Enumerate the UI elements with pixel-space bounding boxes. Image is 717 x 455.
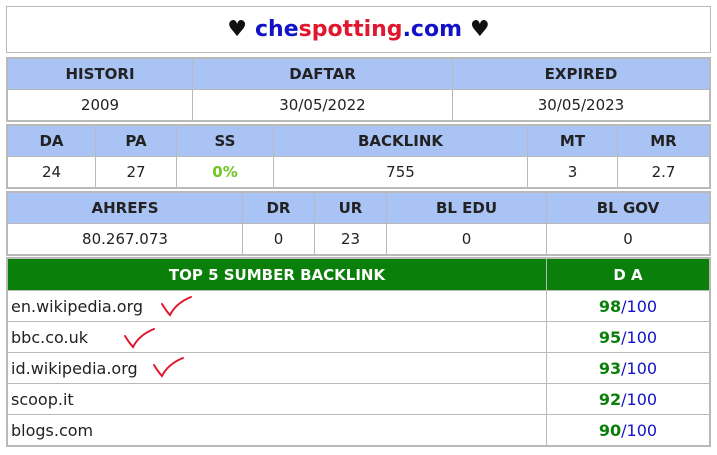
da-score: 93 [598, 358, 622, 378]
table-row: bbc.co.uk 95/100 [7, 321, 710, 353]
table-row: blogs.com 90/100 [7, 414, 710, 446]
site-title-banner: ♥ chespotting.com ♥ [6, 6, 711, 53]
bl-gov-header: BL GOV [546, 192, 710, 224]
checkmark-icon [153, 357, 184, 378]
top-backlink-header: TOP 5 SUMBER BACKLINK [7, 258, 547, 291]
da-max: 100 [626, 389, 658, 409]
ss-value: 0% [176, 156, 274, 188]
backlink-site[interactable]: blogs.com [7, 414, 547, 446]
ss-header: SS [176, 125, 274, 157]
backlink-site[interactable]: en.wikipedia.org [7, 290, 547, 322]
backlink-value: 755 [273, 156, 528, 188]
backlink-da: 90/100 [546, 414, 710, 446]
table-row: en.wikipedia.org 98/100 [7, 290, 710, 322]
daftar-header: DAFTAR [192, 58, 453, 90]
heart-icon-right: ♥ [470, 17, 490, 42]
da-score: 98 [598, 296, 622, 316]
dr-value: 0 [242, 223, 315, 255]
checkmark-icon [124, 328, 155, 349]
mr-value: 2.7 [617, 156, 710, 188]
bl-edu-header: BL EDU [386, 192, 547, 224]
domain-age-table: HISTORI DAFTAR EXPIRED 2009 30/05/2022 3… [6, 57, 711, 122]
pa-value: 27 [95, 156, 177, 188]
backlink-da: 95/100 [546, 321, 710, 353]
backlink-site[interactable]: bbc.co.uk [7, 321, 547, 353]
da-max: 100 [626, 358, 658, 378]
da-header: DA [7, 125, 96, 157]
domain-part-3: .com [402, 17, 462, 42]
domain-part-1: che [254, 17, 299, 42]
mt-header: MT [527, 125, 618, 157]
da-score: 92 [598, 389, 622, 409]
expired-header: EXPIRED [452, 58, 710, 90]
ahrefs-table: AHREFS DR UR BL EDU BL GOV 80.267.073 0 … [6, 191, 711, 256]
ahrefs-header: AHREFS [7, 192, 243, 224]
daftar-value: 30/05/2022 [192, 89, 453, 121]
histori-header: HISTORI [7, 58, 193, 90]
top-backlink-table: TOP 5 SUMBER BACKLINK D A en.wikipedia.o… [6, 257, 711, 447]
ur-value: 23 [314, 223, 387, 255]
mr-header: MR [617, 125, 710, 157]
heart-icon-left: ♥ [227, 17, 247, 42]
da-column-header: D A [546, 258, 710, 291]
expired-value: 30/05/2023 [452, 89, 710, 121]
pa-header: PA [95, 125, 177, 157]
table-row: id.wikipedia.org 93/100 [7, 352, 710, 384]
backlink-site[interactable]: id.wikipedia.org [7, 352, 547, 384]
domain-part-2: spotting [298, 17, 403, 42]
da-score: 95 [598, 327, 622, 347]
da-max: 100 [626, 420, 658, 440]
metrics-table: DA PA SS BACKLINK MT MR 24 27 0% 755 3 2… [6, 124, 711, 189]
da-max: 100 [626, 327, 658, 347]
histori-value: 2009 [7, 89, 193, 121]
da-max: 100 [626, 296, 658, 316]
bl-edu-value: 0 [386, 223, 547, 255]
dr-header: DR [242, 192, 315, 224]
da-value: 24 [7, 156, 96, 188]
backlink-header: BACKLINK [273, 125, 528, 157]
mt-value: 3 [527, 156, 618, 188]
bl-gov-value: 0 [546, 223, 710, 255]
backlink-da: 92/100 [546, 383, 710, 415]
checkmark-icon [161, 296, 192, 317]
backlink-da: 93/100 [546, 352, 710, 384]
table-row: scoop.it 92/100 [7, 383, 710, 415]
backlink-site[interactable]: scoop.it [7, 383, 547, 415]
ur-header: UR [314, 192, 387, 224]
backlink-da: 98/100 [546, 290, 710, 322]
da-score: 90 [598, 420, 622, 440]
ahrefs-value: 80.267.073 [7, 223, 243, 255]
site-domain: chespotting.com [255, 17, 462, 42]
